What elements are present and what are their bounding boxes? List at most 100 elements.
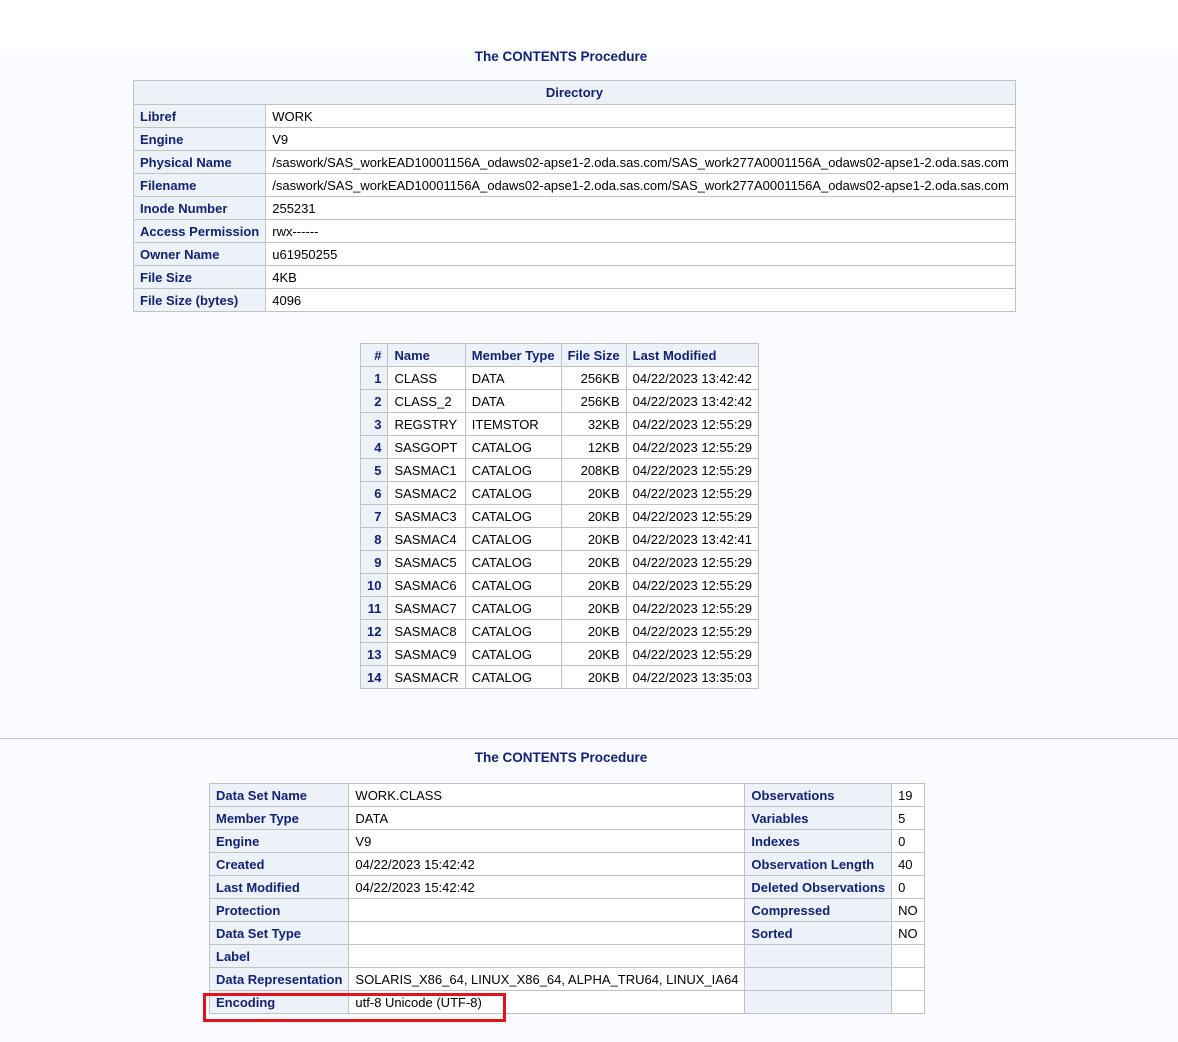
- table-row: 11 SASMAC7 CATALOG 20KB 04/22/2023 12:55:29: [359, 596, 759, 620]
- member-type: CATALOG: [464, 573, 562, 597]
- last-modified: 04/22/2023 12:55:29: [625, 596, 759, 620]
- member-name: SASMAC4: [387, 527, 466, 551]
- attribute-label: Compressed: [744, 898, 893, 922]
- member-name: REGSTRY: [387, 412, 466, 436]
- last-modified: 04/22/2023 12:55:29: [625, 481, 759, 505]
- procedure-title: The CONTENTS Procedure: [474, 750, 648, 765]
- row-number: 10: [359, 573, 389, 597]
- attribute-value: NO: [891, 898, 925, 922]
- attribute-value: WORK.CLASS: [348, 783, 746, 807]
- table-row: 3 REGSTRY ITEMSTOR 32KB 04/22/2023 12:55:29: [359, 412, 759, 436]
- last-modified: 04/22/2023 13:42:41: [625, 527, 759, 551]
- row-number: 3: [359, 412, 389, 436]
- table-row: Protection Compressed NO: [208, 898, 925, 922]
- last-modified: 04/22/2023 13:42:42: [625, 366, 759, 390]
- row-value: 255231: [265, 196, 1016, 220]
- last-modified: 04/22/2023 12:55:29: [625, 458, 759, 482]
- row-number: 4: [359, 435, 389, 459]
- file-size: 20KB: [560, 550, 627, 574]
- table-row: Data Set Type Sorted NO: [208, 921, 925, 945]
- member-type: CATALOG: [464, 550, 562, 574]
- attribute-label: Observations: [744, 783, 893, 807]
- member-type: CATALOG: [464, 665, 562, 689]
- table-row: Inode Number 255231: [132, 196, 1016, 220]
- procedure-title: The CONTENTS Procedure: [474, 49, 648, 64]
- file-size: 12KB: [560, 435, 627, 459]
- encoding-highlight-box: [203, 993, 506, 1022]
- last-modified: 04/22/2023 12:55:29: [625, 619, 759, 643]
- row-number: 6: [359, 481, 389, 505]
- attribute-value: 19: [891, 783, 925, 807]
- file-size: 20KB: [560, 573, 627, 597]
- member-type: CATALOG: [464, 504, 562, 528]
- member-type: DATA: [464, 366, 562, 390]
- row-value: V9: [265, 127, 1016, 151]
- row-number: 14: [359, 665, 389, 689]
- attribute-label: Label: [208, 944, 350, 968]
- row-label: Inode Number: [132, 196, 267, 220]
- attribute-value: [891, 990, 925, 1014]
- attribute-label: Last Modified: [208, 875, 350, 899]
- table-row: 4 SASGOPT CATALOG 12KB 04/22/2023 12:55:29: [359, 435, 759, 459]
- attribute-label: [744, 967, 893, 991]
- file-size: 32KB: [560, 412, 627, 436]
- file-size: 20KB: [560, 481, 627, 505]
- attribute-label: Engine: [208, 829, 350, 853]
- table-row: Filename/saswork/SAS_workEAD10001156A_od…: [132, 173, 1016, 197]
- table-row: Created 04/22/2023 15:42:42 Observation Le…: [208, 852, 925, 876]
- table-row: Owner Name u61950255: [132, 242, 1016, 266]
- member-name: SASGOPT: [387, 435, 466, 459]
- column-header-name: Name: [387, 343, 466, 367]
- member-name: SASMAC3: [387, 504, 466, 528]
- member-name: SASMAC8: [387, 619, 466, 643]
- contents-output-panel-2: The CONTENTS Procedure Data Set Name WORK…: [0, 738, 1178, 1042]
- attribute-value: SOLARIS_X86_64, LINUX_X86_64, ALPHA_TRU6…: [348, 967, 746, 991]
- file-size: 20KB: [560, 527, 627, 551]
- table-row: 7 SASMAC3 CATALOG 20KB 04/22/2023 12:55:29: [359, 504, 759, 528]
- directory-table: Directory Libref WORK Engine V9 Physical N…: [132, 80, 1016, 312]
- table-row: Engine V9 Indexes 0: [208, 829, 925, 853]
- last-modified: 04/22/2023 12:55:29: [625, 550, 759, 574]
- row-value: rwx------: [265, 219, 1016, 243]
- members-header-row: # Name Member Type File Size Last Modifi…: [359, 343, 759, 367]
- row-value: 4KB: [265, 265, 1016, 289]
- attribute-value: [348, 898, 746, 922]
- attribute-value: NO: [891, 921, 925, 945]
- row-label: Libref: [132, 104, 267, 128]
- attribute-label: Member Type: [208, 806, 350, 830]
- member-type: DATA: [464, 389, 562, 413]
- last-modified: 04/22/2023 12:55:29: [625, 573, 759, 597]
- attribute-value: [891, 967, 925, 991]
- row-value: WORK: [265, 104, 1016, 128]
- attribute-label: [744, 944, 893, 968]
- row-label: Filename: [132, 173, 267, 197]
- row-number: 8: [359, 527, 389, 551]
- attribute-value: [348, 921, 746, 945]
- attribute-value: 04/22/2023 15:42:42: [348, 875, 746, 899]
- row-value: /saswork/SAS_workEAD10001156A_odaws02-ap…: [265, 150, 1016, 174]
- table-row: 2 CLASS_2 DATA 256KB 04/22/2023 13:42:42: [359, 389, 759, 413]
- attribute-value: 0: [891, 875, 925, 899]
- attribute-label: Data Set Name: [208, 783, 350, 807]
- last-modified: 04/22/2023 12:55:29: [625, 412, 759, 436]
- attribute-value: [891, 944, 925, 968]
- row-value: u61950255: [265, 242, 1016, 266]
- attribute-value: 40: [891, 852, 925, 876]
- member-name: CLASS_2: [387, 389, 466, 413]
- member-name: SASMAC1: [387, 458, 466, 482]
- file-size: 20KB: [560, 665, 627, 689]
- row-label: Physical Name: [132, 150, 267, 174]
- table-row: File Size (bytes) 4096: [132, 288, 1016, 312]
- file-size: 256KB: [560, 389, 627, 413]
- member-name: SASMACR: [387, 665, 466, 689]
- attribute-value: 04/22/2023 15:42:42: [348, 852, 746, 876]
- table-row: 8 SASMAC4 CATALOG 20KB 04/22/2023 13:42:41: [359, 527, 759, 551]
- attribute-label: Observation Length: [744, 852, 893, 876]
- dataset-attributes-table: Data Set Name WORK.CLASS Observations 19 Mem…: [208, 783, 925, 1014]
- column-header-last-modified: Last Modified: [625, 343, 759, 367]
- row-number: 11: [359, 596, 389, 620]
- member-name: SASMAC2: [387, 481, 466, 505]
- member-type: CATALOG: [464, 458, 562, 482]
- attribute-value: 5: [891, 806, 925, 830]
- table-row: Last Modified 04/22/2023 15:42:42 Deleted …: [208, 875, 925, 899]
